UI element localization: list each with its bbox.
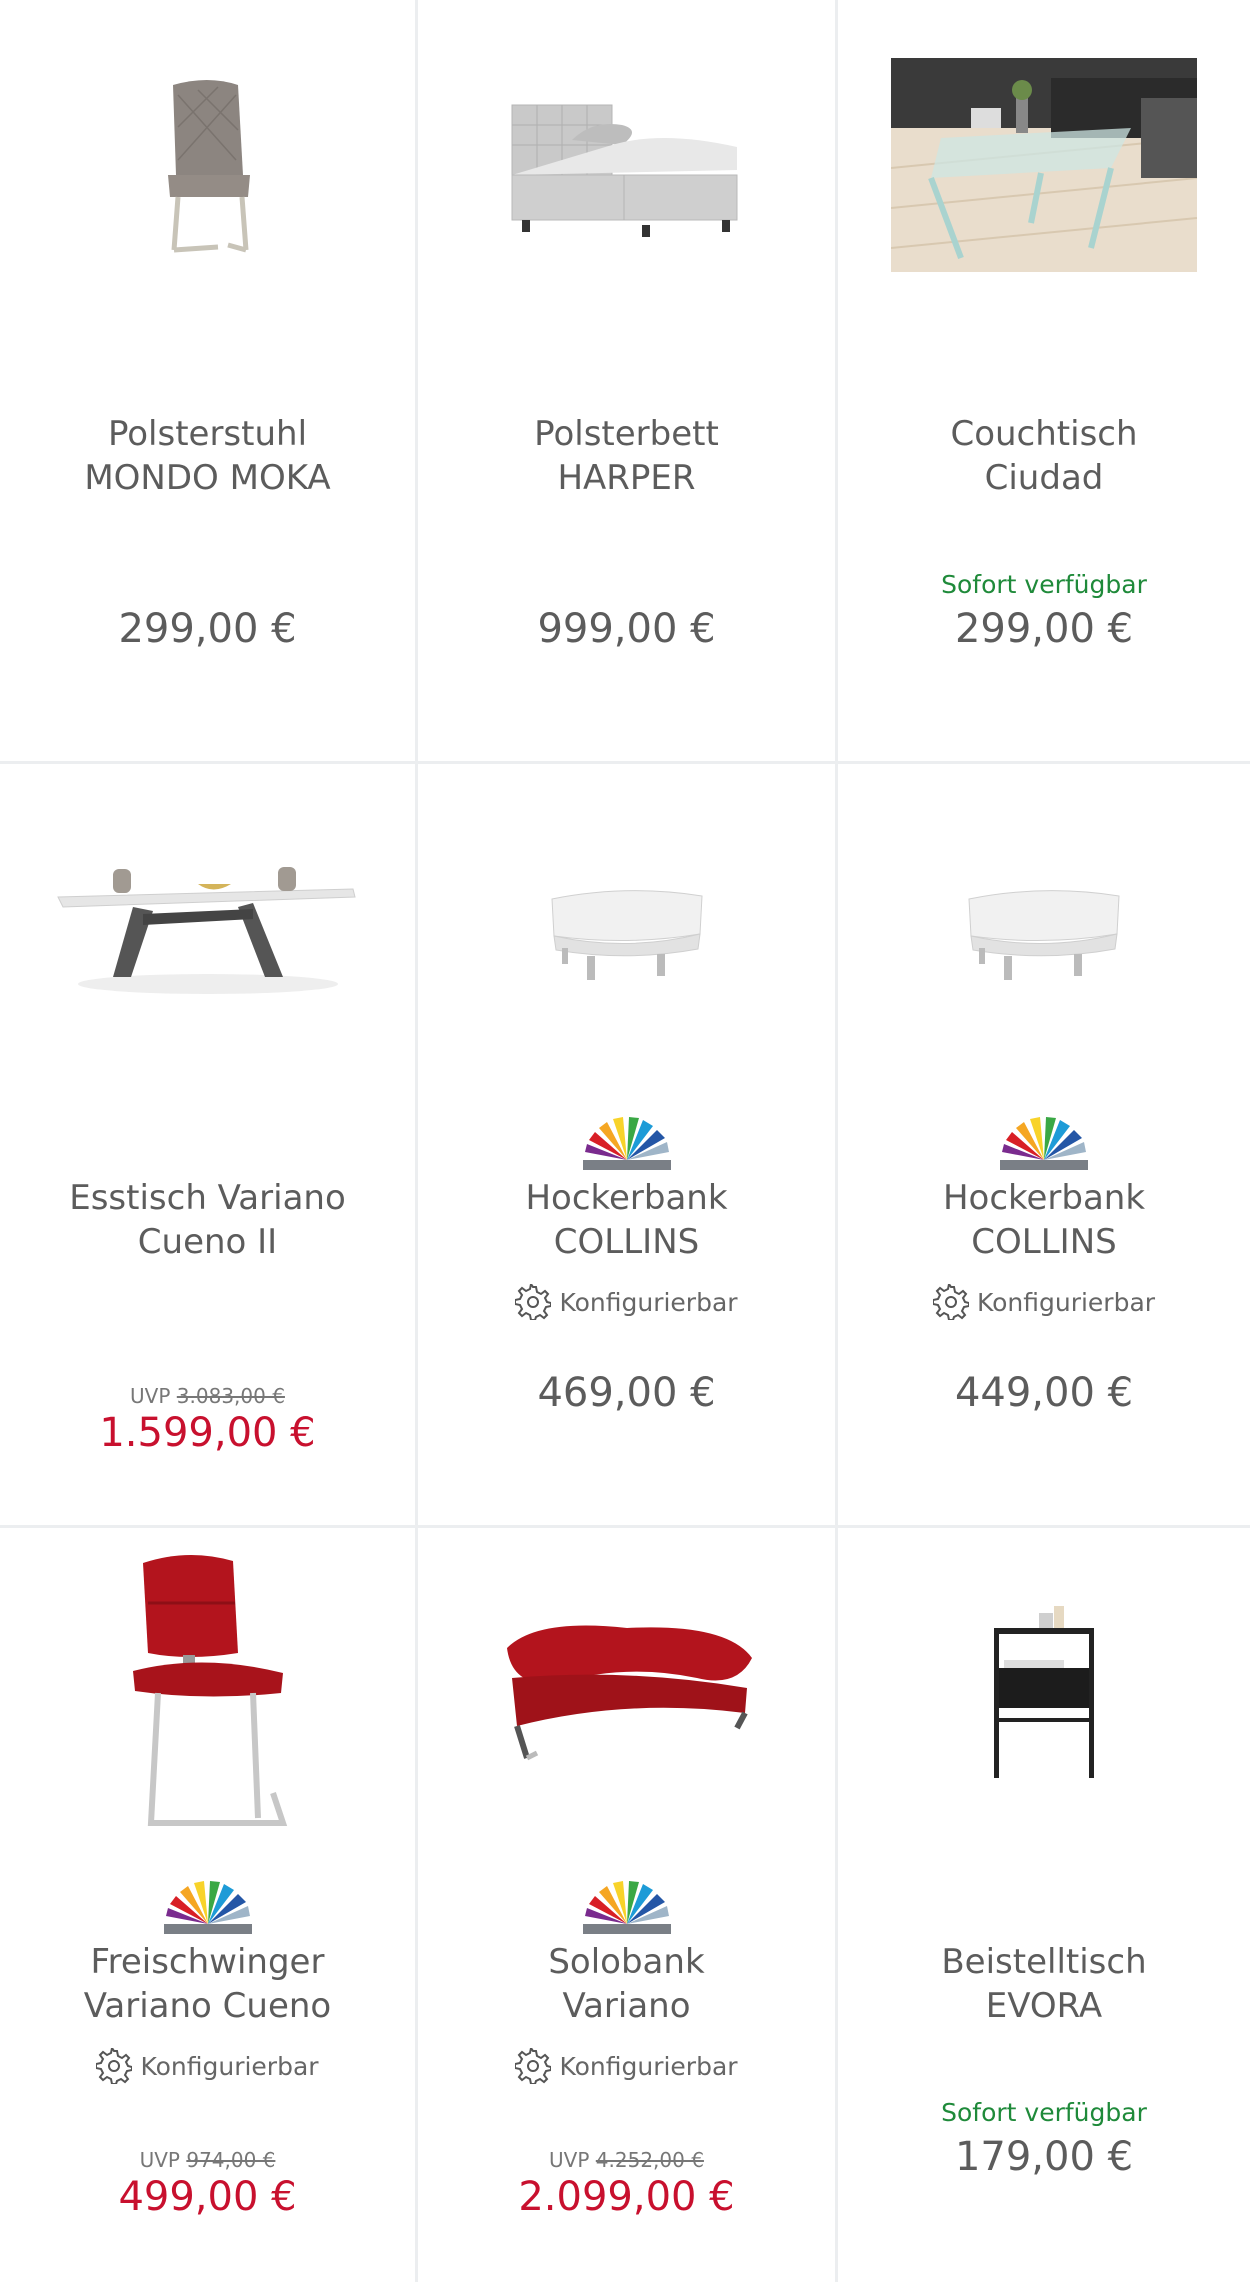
uvp-value: 4.252,00 € — [595, 2148, 704, 2172]
product-grid: Polsterstuhl MONDO MOKA 299,00 € Polster… — [0, 0, 1250, 2282]
product-price: 179,00 € — [954, 2134, 1134, 2180]
configurable-label: Konfigurierbar — [140, 2051, 319, 2081]
uvp-value: 974,00 € — [186, 2148, 276, 2172]
product-price: 299,00 € — [954, 606, 1134, 652]
uvp-label: UVP — [130, 1384, 171, 1408]
product-card[interactable]: Polsterbett HARPER 999,00 € — [418, 0, 838, 764]
product-price: 999,00 € — [537, 606, 716, 652]
color-palette-icon — [582, 1117, 671, 1170]
chair-gray-icon — [167, 80, 250, 253]
product-image[interactable] — [418, 1528, 835, 1858]
configurable-label: Konfigurierbar — [559, 1287, 738, 1317]
gear-icon — [96, 2048, 133, 2084]
product-image[interactable] — [0, 1528, 415, 1858]
product-card[interactable]: Polsterstuhl MONDO MOKA 299,00 € — [0, 0, 418, 764]
product-image[interactable] — [0, 764, 415, 1094]
product-title[interactable]: Hockerbank COLLINS — [848, 1176, 1240, 1264]
gear-icon — [515, 1284, 552, 1320]
chair-red-icon — [132, 1554, 287, 1826]
product-image[interactable] — [418, 764, 835, 1094]
product-title[interactable]: Polsterbett HARPER — [428, 412, 825, 500]
product-price: 469,00 € — [537, 1370, 716, 1416]
gear-icon — [932, 1284, 969, 1320]
product-title[interactable]: Esstisch Variano Cueno II — [10, 1176, 405, 1264]
configurable-label: Konfigurierbar — [559, 2051, 738, 2081]
product-card[interactable]: Freischwinger Variano Cueno Konfigurierb… — [0, 1528, 418, 2282]
product-title[interactable]: Solobank Variano — [428, 1940, 825, 2028]
dining-table-icon — [56, 867, 356, 994]
bed-icon — [511, 104, 737, 237]
product-title[interactable]: Polsterstuhl MONDO MOKA — [10, 412, 405, 500]
product-image[interactable] — [418, 0, 835, 330]
product-price: 499,00 € — [118, 2174, 297, 2220]
configurable-badge: Konfigurierbar — [418, 2048, 835, 2084]
configurable-badge: Konfigurierbar — [838, 1284, 1250, 1320]
product-card[interactable]: Hockerbank COLLINS Konfigurierbar 469,00… — [418, 764, 838, 1528]
availability-label: Sofort verfügbar — [941, 2098, 1147, 2127]
configurable-badge: Konfigurierbar — [418, 1284, 835, 1320]
product-image[interactable] — [838, 1528, 1250, 1858]
color-palette-icon — [582, 1881, 671, 1934]
configurable-badge: Konfigurierbar — [0, 2048, 415, 2084]
product-card[interactable]: Hockerbank COLLINS Konfigurierbar 449,00… — [838, 764, 1250, 1528]
product-image[interactable] — [838, 764, 1250, 1094]
product-title[interactable]: Hockerbank COLLINS — [428, 1176, 825, 1264]
ottoman-icon — [968, 890, 1120, 980]
configurable-label: Konfigurierbar — [976, 1287, 1156, 1317]
uvp-value: 3.083,00 € — [176, 1384, 285, 1408]
uvp-label: UVP — [139, 2148, 180, 2172]
product-card[interactable]: Beistelltisch EVORA Sofort verfügbar 179… — [838, 1528, 1250, 2282]
product-title[interactable]: Beistelltisch EVORA — [848, 1940, 1240, 2028]
product-price: 2.099,00 € — [518, 2174, 735, 2220]
availability-label: Sofort verfügbar — [941, 570, 1147, 599]
product-card[interactable]: Esstisch Variano Cueno II UVP 3.083,00 €… — [0, 764, 418, 1528]
product-price: 1.599,00 € — [99, 1410, 316, 1456]
product-card[interactable]: Couchtisch Ciudad Sofort verfügbar 299,0… — [838, 0, 1250, 764]
product-price: 449,00 € — [954, 1370, 1134, 1416]
product-image[interactable] — [838, 0, 1250, 330]
product-title[interactable]: Couchtisch Ciudad — [848, 412, 1240, 500]
product-card[interactable]: Solobank Variano Konfigurierbar UVP 4.25… — [418, 1528, 838, 2282]
uvp-price: UVP 4.252,00 € — [418, 2148, 835, 2172]
glass-table-photo — [891, 58, 1197, 272]
uvp-price: UVP 3.083,00 € — [0, 1384, 415, 1408]
product-price: 299,00 € — [118, 606, 297, 652]
product-title[interactable]: Freischwinger Variano Cueno — [10, 1940, 405, 2028]
color-palette-icon — [163, 1881, 252, 1934]
uvp-price: UVP 974,00 € — [0, 2148, 415, 2172]
gear-icon — [515, 2048, 552, 2084]
color-palette-icon — [1000, 1117, 1088, 1170]
side-table-icon — [994, 1606, 1094, 1778]
ottoman-icon — [550, 890, 703, 980]
product-image[interactable] — [0, 0, 415, 330]
bench-red-icon — [506, 1625, 752, 1761]
uvp-label: UVP — [549, 2148, 590, 2172]
